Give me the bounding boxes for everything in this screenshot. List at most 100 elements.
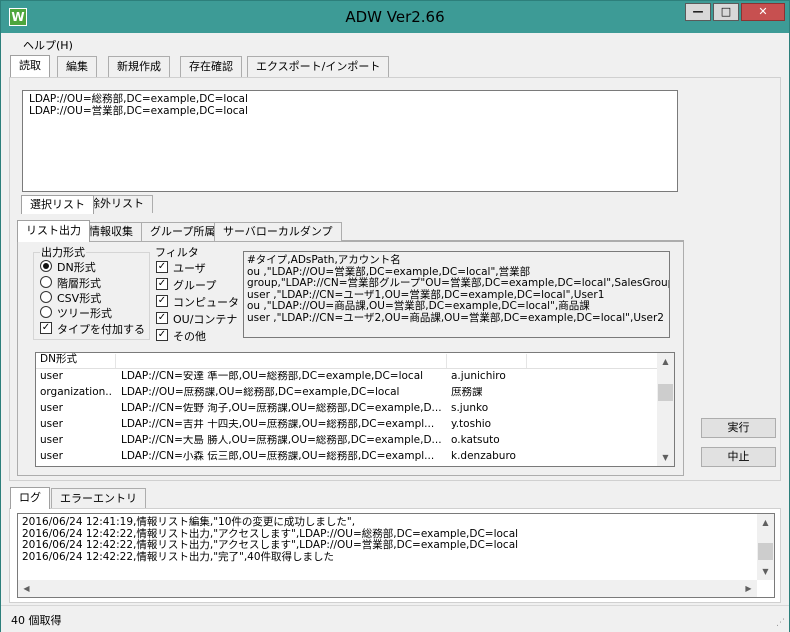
cell-account: 庶務課 <box>451 387 483 398</box>
cell-path: LDAP://OU=庶務課,OU=総務部,DC=example,DC=local <box>121 387 400 398</box>
window-title: ADW Ver2.66 <box>345 8 445 26</box>
cell-account: s.junko <box>451 403 489 414</box>
log-panel: 2016/06/24 12:41:19,情報リスト編集,"10件の変更に成功しま… <box>9 508 781 603</box>
status-text: 40 個取得 <box>11 614 62 627</box>
checkbox-add-type-label: タイプを付加する <box>57 323 145 336</box>
result-list-scrollbar[interactable]: ▲ ▼ <box>657 353 674 466</box>
cell-type: user <box>40 371 63 382</box>
scroll-thumb[interactable] <box>658 384 673 401</box>
table-row[interactable]: user LDAP://CN=佐野 洵子,OU=庶務課,OU=総務部,DC=ex… <box>36 402 656 418</box>
cell-path: LDAP://CN=吉井 十四夫,OU=庶務課,OU=総務部,DC=exampl… <box>121 419 435 430</box>
scroll-left-arrow-icon[interactable]: ◀ <box>18 580 35 597</box>
log-line: 2016/06/24 12:41:19,情報リスト編集,"10件の変更に成功しま… <box>22 516 356 528</box>
log-vertical-scrollbar[interactable]: ▲ ▼ <box>757 514 774 580</box>
sample-line: ou ,"LDAP://OU=商品課,OU=営業部,DC=example,DC=… <box>247 300 590 312</box>
scroll-thumb[interactable] <box>758 543 773 560</box>
scroll-up-arrow-icon[interactable]: ▲ <box>657 353 674 370</box>
checkbox-add-type[interactable]: ✓ <box>40 322 52 334</box>
radio-tree-format-label: ツリー形式 <box>57 307 112 320</box>
sample-line: #タイプ,ADsPath,アカウント名 <box>247 254 401 266</box>
sample-line: user ,"LDAP://CN=ユーザ2,OU=商品課,OU=営業部,DC=e… <box>247 311 664 324</box>
output-format-title: 出力形式 <box>40 244 86 260</box>
table-row[interactable]: user LDAP://CN=大島 勝人,OU=庶務課,OU=総務部,DC=ex… <box>36 434 656 450</box>
tab-group-membership[interactable]: グループ所属 <box>141 222 225 241</box>
radio-csv-format-label: CSV形式 <box>57 292 102 305</box>
log-horizontal-scrollbar[interactable]: ◀ ▶ <box>18 580 757 597</box>
minimize-button[interactable]: — <box>685 3 711 21</box>
radio-csv-format[interactable] <box>40 291 52 303</box>
radio-tree-format[interactable] <box>40 306 52 318</box>
tab-log[interactable]: ログ <box>10 487 50 509</box>
tab-read[interactable]: 読取 <box>10 55 50 77</box>
column-header-dn[interactable]: DN形式 <box>36 353 116 368</box>
log-line: 2016/06/24 12:42:22,情報リスト出力,"アクセスします",LD… <box>22 539 519 551</box>
dn-input-line: LDAP://OU=総務部,DC=example,DC=local <box>29 93 248 105</box>
filter-other-label: その他 <box>173 330 206 343</box>
app-window: W ADW Ver2.66 — □ ✕ ヘルプ(H) 読取 編集 新規作成 存在… <box>0 0 790 632</box>
table-row[interactable]: user LDAP://CN=小森 伝三郎,OU=庶務課,OU=総務部,DC=e… <box>36 450 656 466</box>
tab-server-local-dump[interactable]: サーバローカルダンプ <box>214 222 342 241</box>
filter-ou-label: OU/コンテナ <box>173 313 238 326</box>
sample-line: group,"LDAP://CN=営業部グループ"OU=営業部,DC=examp… <box>247 277 670 289</box>
tab-exists[interactable]: 存在確認 <box>180 56 242 77</box>
cell-type: user <box>40 451 63 462</box>
checkbox-filter-user[interactable]: ✓ <box>156 261 168 273</box>
filter-group-label: グループ <box>173 279 217 292</box>
menu-help[interactable]: ヘルプ(H) <box>23 37 73 53</box>
dn-input-textarea[interactable]: LDAP://OU=総務部,DC=example,DC=local LDAP:/… <box>22 90 678 192</box>
cell-type: user <box>40 403 63 414</box>
result-list-header: DN形式 <box>36 353 674 369</box>
table-row[interactable]: user LDAP://CN=安達 準一郎,OU=総務部,DC=example,… <box>36 370 656 386</box>
scroll-up-arrow-icon[interactable]: ▲ <box>757 514 774 531</box>
cell-account: y.toshio <box>451 419 492 430</box>
tab-select-list[interactable]: 選択リスト <box>21 195 94 214</box>
resize-grip-icon[interactable]: ⋰ <box>776 618 785 628</box>
cell-account: a.junichiro <box>451 371 506 382</box>
sample-output-box: #タイプ,ADsPath,アカウント名 ou ,"LDAP://OU=営業部,D… <box>243 251 670 338</box>
log-textbox[interactable]: 2016/06/24 12:41:19,情報リスト編集,"10件の変更に成功しま… <box>17 513 775 598</box>
cell-account: o.katsuto <box>451 435 500 446</box>
dn-input-line: LDAP://OU=営業部,DC=example,DC=local <box>29 104 248 117</box>
tab-export-import[interactable]: エクスポート/インポート <box>247 56 390 77</box>
radio-hierarchy-format-label: 階層形式 <box>57 277 101 290</box>
scroll-right-arrow-icon[interactable]: ▶ <box>740 580 757 597</box>
title-bar: W ADW Ver2.66 — □ ✕ <box>1 1 789 33</box>
run-button[interactable]: 実行 <box>701 418 776 438</box>
read-panel: LDAP://OU=総務部,DC=example,DC=local LDAP:/… <box>9 77 781 481</box>
status-bar: 40 個取得 ⋰ <box>1 605 789 632</box>
menu-bar: ヘルプ(H) <box>1 33 789 53</box>
log-line: 2016/06/24 12:42:22,情報リスト出力,"完了",40件取得しま… <box>22 550 335 563</box>
tab-error-entries[interactable]: エラーエントリ <box>51 488 146 509</box>
stop-button[interactable]: 中止 <box>701 447 776 467</box>
cell-path: LDAP://CN=安達 準一郎,OU=総務部,DC=example,DC=lo… <box>121 371 424 382</box>
radio-dn-format[interactable] <box>40 260 52 272</box>
cell-type: user <box>40 419 63 430</box>
tab-list-output[interactable]: リスト出力 <box>17 220 90 242</box>
radio-dn-format-label: DN形式 <box>57 261 96 274</box>
cell-type: user <box>40 435 63 446</box>
cell-path: LDAP://CN=大島 勝人,OU=庶務課,OU=総務部,DC=example… <box>121 435 442 446</box>
radio-hierarchy-format[interactable] <box>40 276 52 288</box>
filter-user-label: ユーザ <box>173 262 206 275</box>
cell-path: LDAP://CN=佐野 洵子,OU=庶務課,OU=総務部,DC=example… <box>121 403 442 414</box>
tab-edit[interactable]: 編集 <box>57 56 97 77</box>
cell-path: LDAP://CN=小森 伝三郎,OU=庶務課,OU=総務部,DC=exampl… <box>121 451 435 462</box>
checkbox-filter-group[interactable]: ✓ <box>156 278 168 290</box>
column-header-path[interactable] <box>116 354 447 368</box>
checkbox-filter-other[interactable]: ✓ <box>156 329 168 341</box>
tab-new[interactable]: 新規作成 <box>108 56 170 77</box>
scroll-down-arrow-icon[interactable]: ▼ <box>657 449 674 466</box>
result-list[interactable]: DN形式 user LDAP://CN=安達 準一郎,OU=総務部,DC=exa… <box>35 352 675 467</box>
maximize-button[interactable]: □ <box>713 3 739 21</box>
scroll-down-arrow-icon[interactable]: ▼ <box>757 563 774 580</box>
checkbox-filter-computer[interactable]: ✓ <box>156 295 168 307</box>
table-row[interactable]: user LDAP://CN=吉井 十四夫,OU=庶務課,OU=総務部,DC=e… <box>36 418 656 434</box>
close-button[interactable]: ✕ <box>741 3 785 21</box>
cell-type: organization... <box>40 387 112 398</box>
checkbox-filter-ou[interactable]: ✓ <box>156 312 168 324</box>
column-header-account[interactable] <box>447 354 527 368</box>
table-row[interactable]: organization... LDAP://OU=庶務課,OU=総務部,DC=… <box>36 386 656 402</box>
filter-title: フィルタ <box>155 246 199 259</box>
filter-computer-label: コンピュータ <box>173 296 239 309</box>
cell-account: k.denzaburo <box>451 451 516 462</box>
